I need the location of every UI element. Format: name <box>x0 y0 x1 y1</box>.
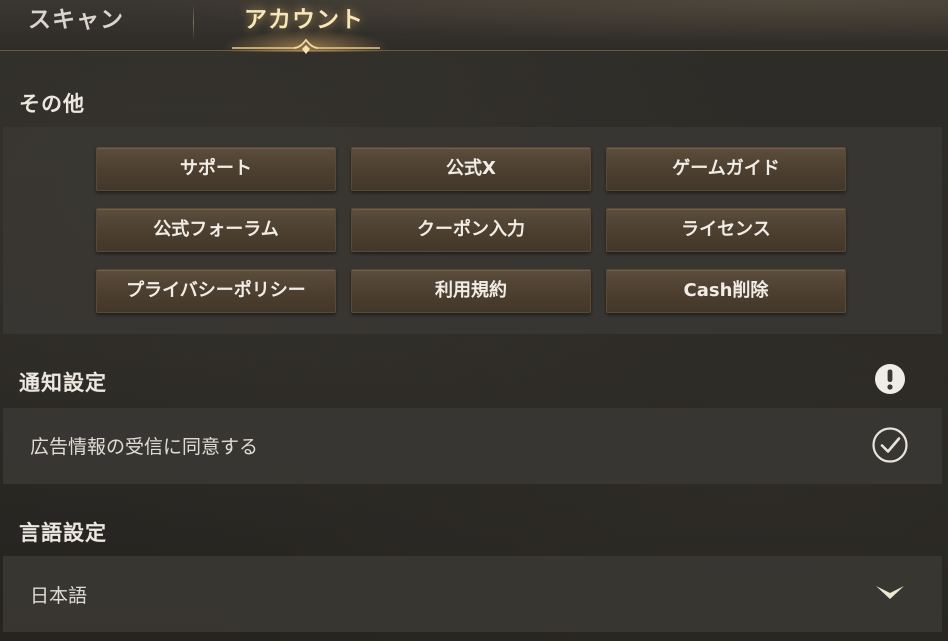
language-select[interactable] <box>3 556 942 632</box>
exclamation-circle-icon[interactable] <box>874 363 906 395</box>
check-circle-icon[interactable] <box>871 426 909 464</box>
other-links-panel: サポート 公式X ゲームガイド 公式フォーラム クーポン入力 ライセンス プライ… <box>3 127 942 334</box>
active-tab-indicator-icon <box>232 38 380 54</box>
official-x-button[interactable]: 公式X <box>351 147 591 191</box>
coupon-input-button[interactable]: クーポン入力 <box>351 208 591 252</box>
support-button[interactable]: サポート <box>96 147 336 191</box>
section-title-other: その他 <box>19 92 85 116</box>
tab-account[interactable]: アカウント <box>244 0 364 40</box>
privacy-policy-button[interactable]: プライバシーポリシー <box>96 269 336 313</box>
cash-delete-button[interactable]: Cash削除 <box>606 269 846 313</box>
section-title-language: 言語設定 <box>19 521 107 545</box>
tab-divider <box>193 4 194 40</box>
terms-of-use-button[interactable]: 利用規約 <box>351 269 591 313</box>
game-guide-button[interactable]: ゲームガイド <box>606 147 846 191</box>
language-selected-value: 日本語 <box>30 585 88 607</box>
ad-consent-label: 広告情報の受信に同意する <box>30 436 259 458</box>
chevron-down-icon[interactable] <box>874 583 906 603</box>
official-forum-button[interactable]: 公式フォーラム <box>96 208 336 252</box>
tab-scan[interactable]: スキャン <box>28 0 124 40</box>
top-tab-bar: スキャン アカウント <box>0 0 948 54</box>
section-title-notification: 通知設定 <box>19 371 107 395</box>
license-button[interactable]: ライセンス <box>606 208 846 252</box>
